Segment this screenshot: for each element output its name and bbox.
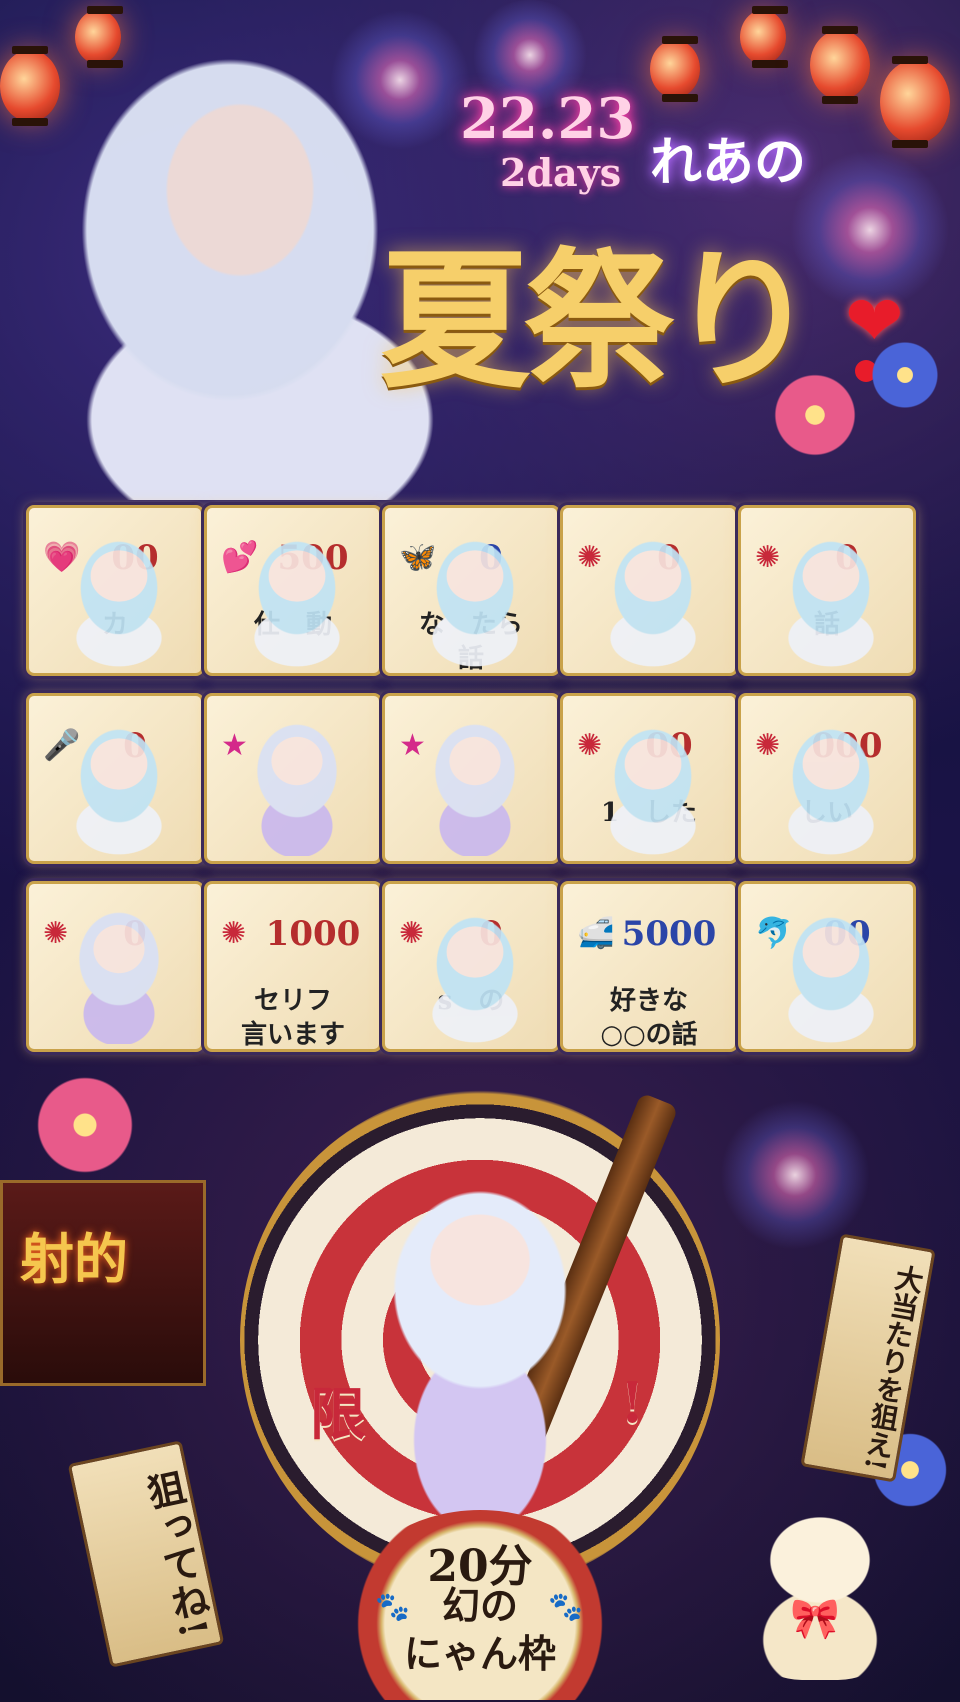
lantern-decoration (650, 36, 700, 102)
firework-decoration (720, 1100, 870, 1250)
flower-decoration (760, 360, 870, 470)
streamer-name: れあの (650, 132, 807, 193)
chibi-hoodie-illustration (59, 716, 179, 856)
lantern-decoration (880, 56, 950, 148)
lantern-decoration (810, 26, 870, 104)
reward-label: セリフ 言います (240, 986, 345, 1050)
chibi-yukata-illustration (415, 716, 535, 856)
reward-card: ✺001 した (560, 693, 738, 864)
chibi-hoodie-illustration (771, 716, 891, 856)
chibi-hoodie-illustration (59, 528, 179, 668)
chibi-hoodie-illustration (593, 528, 713, 668)
chibi-yukata-illustration (59, 904, 179, 1044)
event-title: 夏祭り (380, 233, 818, 409)
lantern-decoration (740, 6, 788, 68)
reward-card: ✺0s の (382, 881, 560, 1052)
reward-card: ✺ 1000 セリフ 言います (204, 881, 382, 1052)
stall-sign: 射的 (20, 1227, 128, 1291)
reward-card: 💕500仕 動 (204, 505, 382, 676)
reward-card: ✺0話 (738, 505, 916, 676)
chibi-yukata-illustration (237, 716, 357, 856)
bow-icon: 🎀 (790, 1596, 840, 1642)
chibi-hoodie-illustration (415, 528, 535, 668)
paw-icon: 🐾 (375, 1590, 410, 1623)
reward-card: ★ (204, 693, 382, 864)
reward-value: 5000 (621, 914, 717, 954)
reward-card: 🚅 5000 好きな ○○の話 (560, 881, 738, 1052)
tag-left: 狙ってね! (67, 1440, 225, 1668)
chibi-hoodie-illustration (415, 904, 535, 1044)
reward-card: 🐬00 (738, 881, 916, 1052)
chibi-hoodie-illustration (593, 716, 713, 856)
reward-card: 💗00カ (26, 505, 204, 676)
cat-illustration (730, 1490, 910, 1680)
chibi-hoodie-illustration (771, 528, 891, 668)
reward-card: ★ (382, 693, 560, 864)
chibi-hoodie-illustration (771, 904, 891, 1044)
event-duration: 2days (500, 150, 622, 195)
chibi-hoodie-illustration (237, 528, 357, 668)
event-dates: 22.23 (460, 86, 636, 152)
reward-card: ✺0 (26, 881, 204, 1052)
paw-icon: 🐾 (548, 1590, 583, 1623)
reward-card: ✺0 (560, 505, 738, 676)
reward-card: ✺000しい (738, 693, 916, 864)
flower-decoration (20, 1060, 150, 1190)
reward-value: 1000 (265, 914, 361, 954)
chibi-yukata-illustration (330, 1120, 630, 1540)
reward-card: 🦋0な たら話 (382, 505, 560, 676)
reward-label: 好きな ○○の話 (600, 986, 698, 1050)
flower-decoration (860, 330, 950, 420)
reward-card: 🎤0 (26, 693, 204, 864)
